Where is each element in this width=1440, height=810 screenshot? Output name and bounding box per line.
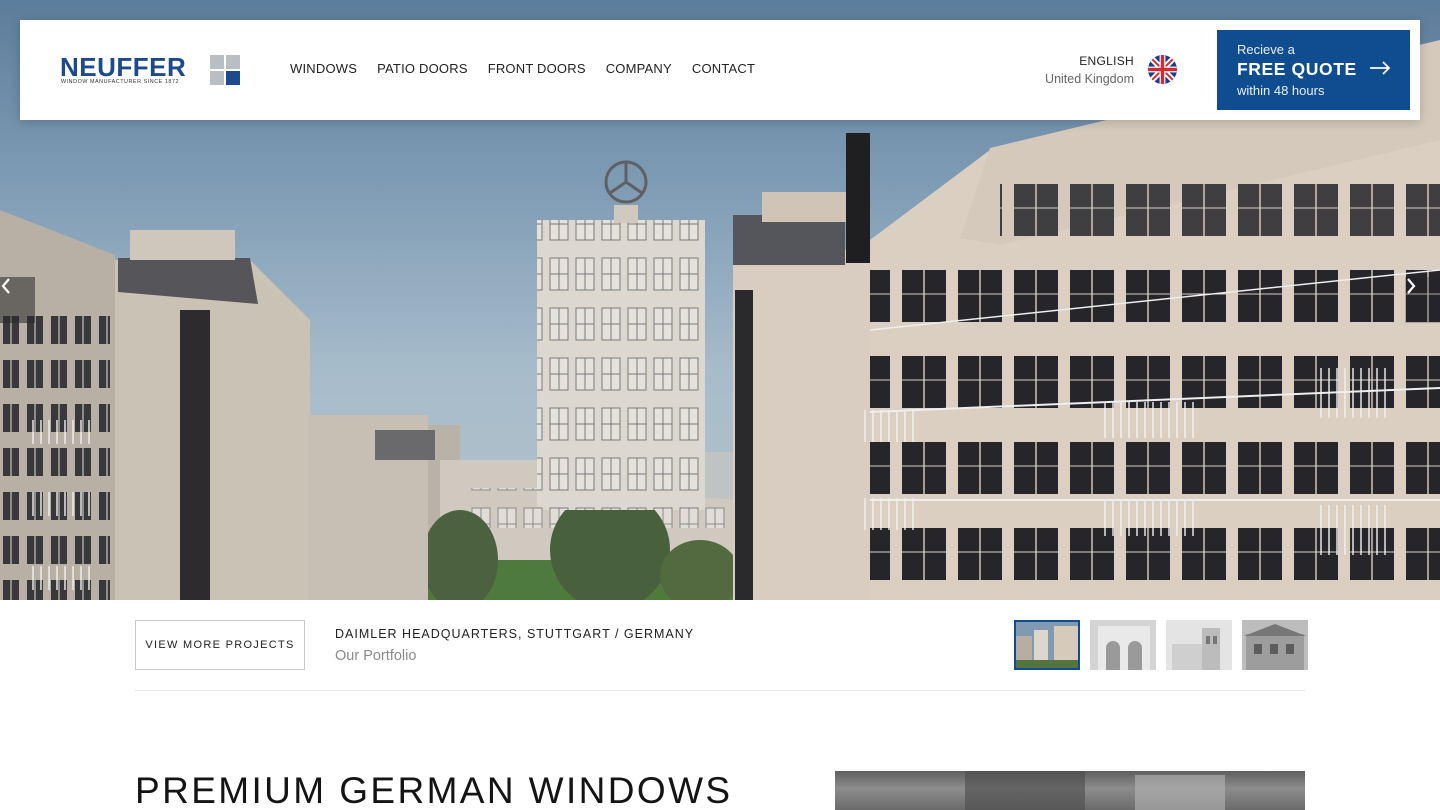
- language-region: United Kingdom: [1045, 72, 1134, 86]
- uk-flag-icon[interactable]: [1148, 55, 1177, 84]
- slider-next-button[interactable]: [1405, 277, 1440, 323]
- section-divider: [135, 690, 1305, 691]
- thumbnail-3[interactable]: [1166, 620, 1232, 670]
- nav-windows[interactable]: WINDOWS: [290, 61, 357, 76]
- nav-company[interactable]: COMPANY: [606, 61, 672, 76]
- thumbnail-4[interactable]: [1242, 620, 1308, 670]
- thumbnail-1[interactable]: [1014, 620, 1080, 670]
- logo-tagline: WINDOW MANUFACTURER SINCE 1872: [61, 79, 180, 85]
- logo-squares-icon: [210, 55, 241, 86]
- arrow-right-icon: [1370, 61, 1391, 75]
- window-product-image: [835, 771, 1305, 810]
- neuffer-logo[interactable]: NEUFFER WINDOW MANUFACTURER SINCE 1872: [60, 53, 242, 89]
- view-more-projects-button[interactable]: VIEW MORE PROJECTS: [135, 620, 305, 670]
- nav-patio-doors[interactable]: PATIO DOORS: [377, 61, 468, 76]
- project-subtitle[interactable]: Our Portfolio: [335, 648, 416, 664]
- language-name: ENGLISH: [1079, 54, 1134, 68]
- thumbnail-2[interactable]: [1090, 620, 1156, 670]
- section-headline: PREMIUM GERMAN WINDOWS: [135, 770, 733, 810]
- language-selector[interactable]: ENGLISH United Kingdom: [1030, 54, 1134, 86]
- quote-line3: within 48 hours: [1237, 83, 1325, 98]
- chevron-left-icon: [1, 278, 10, 294]
- logo-wordmark: NEUFFER: [60, 52, 187, 82]
- site-header: NEUFFER WINDOW MANUFACTURER SINCE 1872 W…: [20, 20, 1420, 120]
- main-nav: WINDOWS PATIO DOORS FRONT DOORS COMPANY …: [290, 61, 775, 76]
- slider-prev-button[interactable]: [0, 277, 35, 323]
- chevron-right-icon: [1407, 278, 1416, 294]
- nav-front-doors[interactable]: FRONT DOORS: [488, 61, 586, 76]
- project-title: DAIMLER HEADQUARTERS, STUTTGART / GERMAN…: [335, 627, 695, 641]
- nav-contact[interactable]: CONTACT: [692, 61, 755, 76]
- quote-line1: Recieve a: [1237, 42, 1295, 57]
- free-quote-button[interactable]: Recieve a FREE QUOTE within 48 hours: [1217, 30, 1410, 110]
- project-thumbnails: [1014, 620, 1308, 670]
